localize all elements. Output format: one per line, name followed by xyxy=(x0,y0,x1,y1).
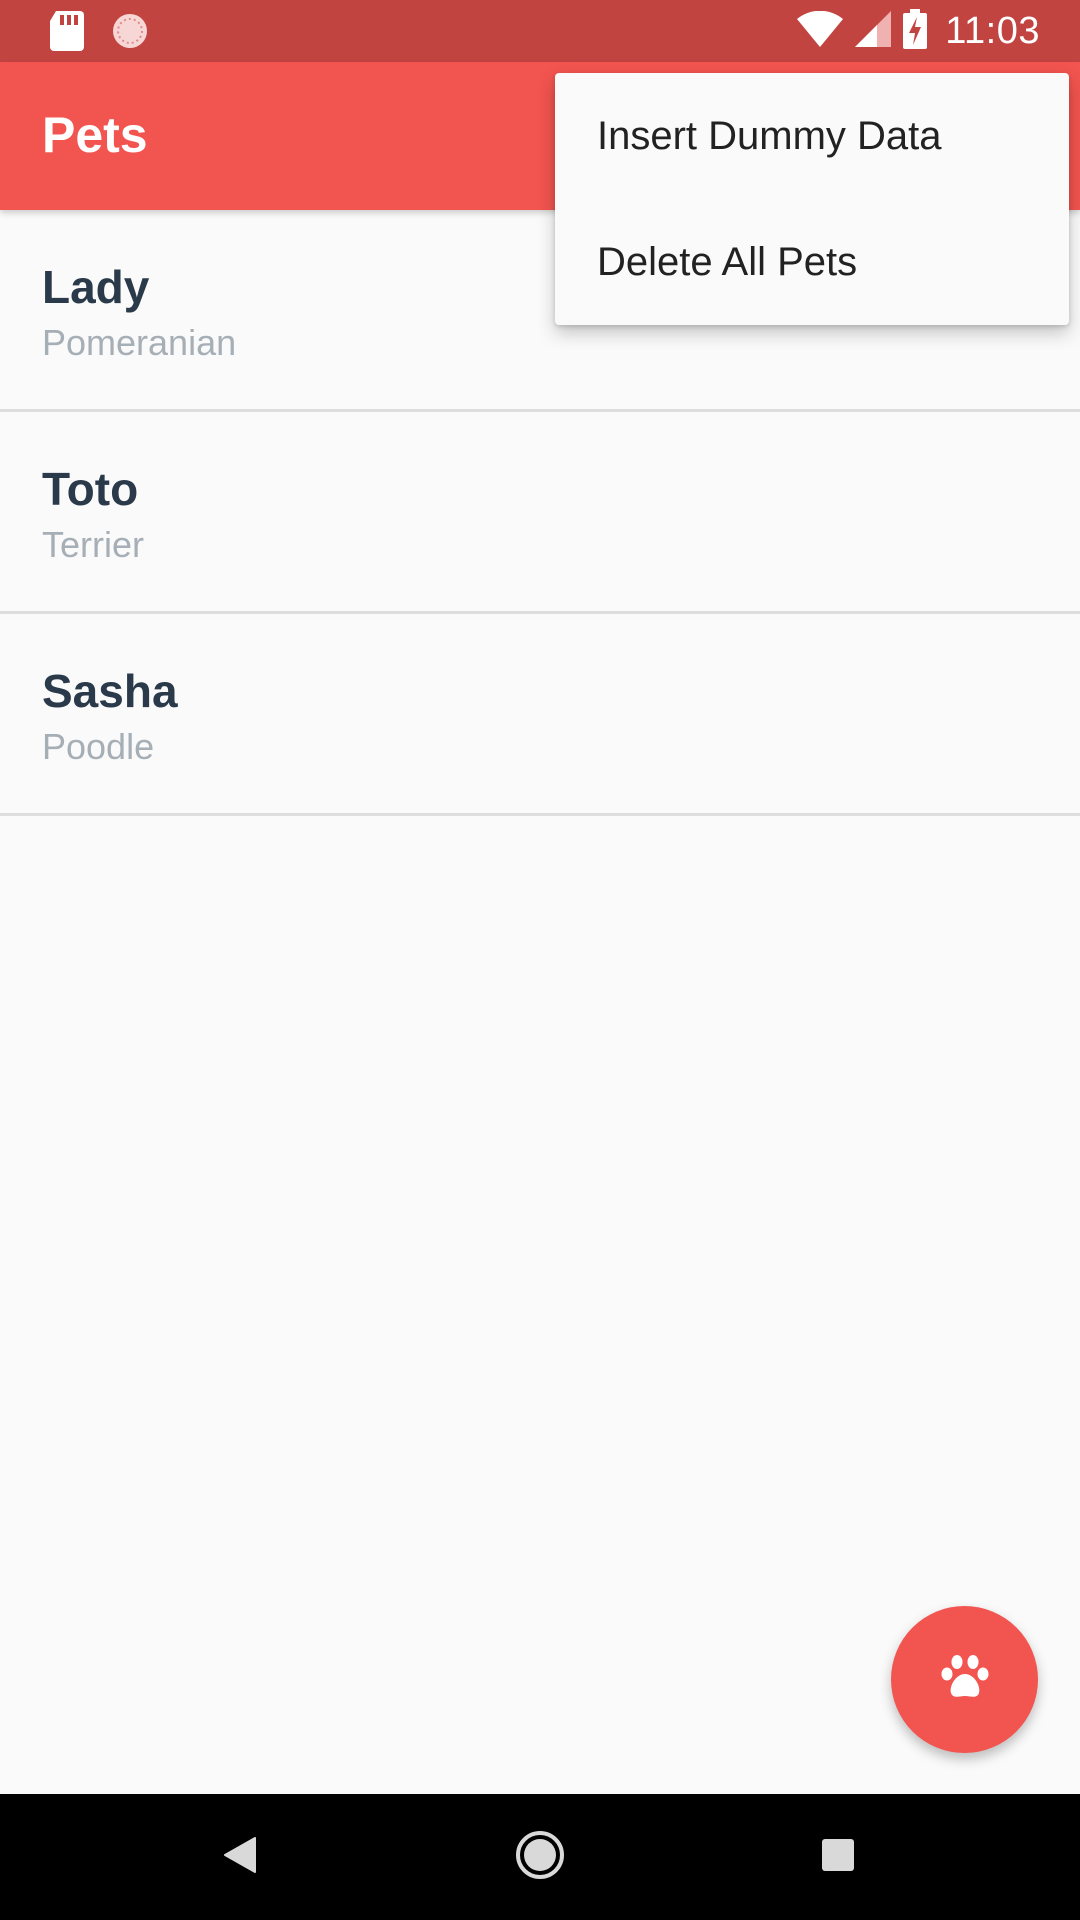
pet-breed: Terrier xyxy=(42,524,145,565)
pet-name: Lady xyxy=(42,261,150,313)
wifi-icon xyxy=(797,10,844,52)
pet-breed: Poodle xyxy=(42,726,155,767)
navigation-bar xyxy=(0,1794,1080,1920)
recents-button[interactable] xyxy=(808,1794,868,1920)
battery-charging-icon xyxy=(903,8,928,54)
list-item[interactable]: Sasha Poodle xyxy=(0,614,1080,816)
back-button[interactable] xyxy=(210,1794,270,1920)
pet-breed: Pomeranian xyxy=(42,322,237,363)
signal-icon xyxy=(855,10,892,52)
status-bar: 11:03 xyxy=(0,0,1080,62)
status-right-group: 11:03 xyxy=(797,0,1040,62)
page-title: Pets xyxy=(42,107,148,163)
add-pet-button[interactable] xyxy=(891,1606,1038,1753)
pet-name: Toto xyxy=(42,463,139,515)
list-item[interactable]: Toto Terrier xyxy=(0,412,1080,614)
recents-icon xyxy=(821,1838,855,1877)
home-icon xyxy=(515,1830,565,1885)
overflow-menu: Insert Dummy Data Delete All Pets xyxy=(555,73,1069,325)
menu-item-delete-all-pets[interactable]: Delete All Pets xyxy=(555,199,1069,325)
pet-name: Sasha xyxy=(42,665,178,717)
status-time: 11:03 xyxy=(945,9,1040,52)
sd-card-icon xyxy=(50,11,84,56)
sync-icon xyxy=(110,11,150,56)
home-button[interactable] xyxy=(510,1794,570,1920)
menu-item-insert-dummy-data[interactable]: Insert Dummy Data xyxy=(555,73,1069,199)
back-icon xyxy=(223,1836,257,1879)
paw-icon xyxy=(940,1654,990,1705)
